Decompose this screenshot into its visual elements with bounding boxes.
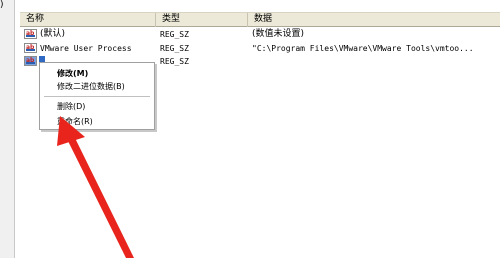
- tree-pane-edge-text: ): [0, 0, 4, 10]
- arrow-shaft: [67, 136, 134, 258]
- value-data: [252, 55, 500, 68]
- column-header-type[interactable]: 类型: [156, 13, 248, 27]
- value-type: REG_SZ: [160, 44, 189, 53]
- context-menu: 修改(M) 修改二进位数据(B) 删除(D) 重命名(R): [39, 62, 155, 130]
- value-name: VMware User Process: [40, 44, 132, 53]
- string-value-icon: ab: [24, 56, 37, 66]
- menu-separator: [44, 96, 150, 97]
- column-header-bar: 名称 类型 数据: [20, 12, 500, 27]
- tree-pane-edge: ): [0, 0, 15, 258]
- value-name: (默认): [40, 29, 66, 39]
- menu-item-delete[interactable]: 删除(D): [40, 100, 154, 113]
- registry-value-pane: ) 名称 类型 数据 ab (默认) REG_SZ (数值未设置) ab VMw…: [0, 0, 500, 258]
- menu-item-modify[interactable]: 修改(M): [40, 67, 154, 80]
- table-row[interactable]: ab (默认) REG_SZ (数值未设置): [20, 28, 500, 41]
- column-header-data[interactable]: 数据: [248, 13, 500, 27]
- column-header-name[interactable]: 名称: [20, 13, 156, 27]
- value-data: "C:\Program Files\VMware\VMware Tools\vm…: [252, 44, 474, 53]
- value-type: REG_SZ: [160, 30, 189, 39]
- menu-item-modify-binary[interactable]: 修改二进位数据(B): [40, 80, 154, 93]
- value-data: (数值未设置): [252, 29, 305, 39]
- menu-item-rename[interactable]: 重命名(R): [40, 115, 154, 128]
- string-value-icon: ab: [24, 29, 37, 39]
- value-type: REG_SZ: [160, 57, 189, 66]
- table-row[interactable]: ab VMware User Process REG_SZ "C:\Progra…: [20, 42, 500, 55]
- string-value-icon: ab: [24, 43, 37, 53]
